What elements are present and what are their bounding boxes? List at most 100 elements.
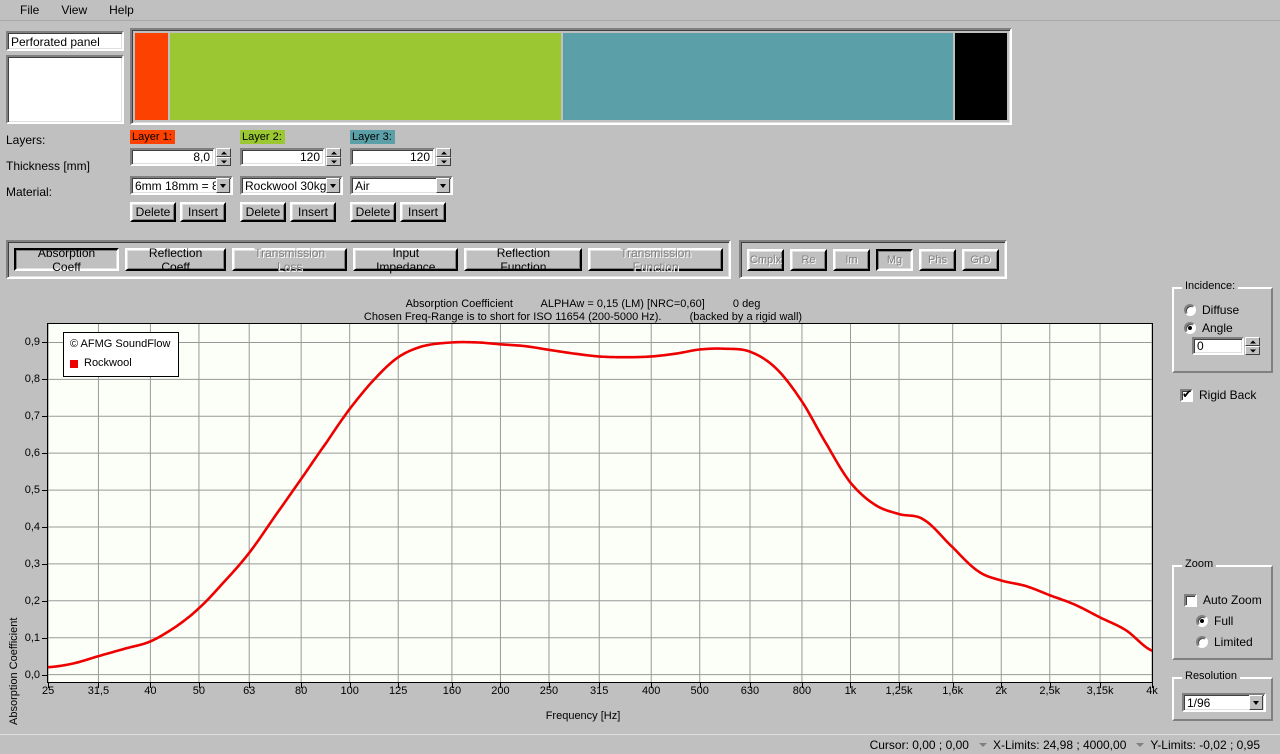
re-button: Re	[790, 248, 827, 271]
material-name-input[interactable]: Perforated panel	[6, 31, 124, 51]
menu-bar: File View Help	[0, 0, 1280, 21]
grid-lines	[48, 324, 1152, 682]
layer-2-insert-button[interactable]: Insert	[290, 202, 336, 222]
zoom-full-radio[interactable]	[1196, 615, 1208, 627]
layer-2-block[interactable]	[169, 33, 561, 120]
axis-tick-mark	[801, 683, 803, 688]
angle-spin-up[interactable]	[1245, 337, 1260, 346]
material-description-input[interactable]	[6, 55, 124, 124]
layer-3-thickness-input[interactable]: 120	[350, 148, 435, 166]
layer-2-delete-button[interactable]: Delete	[240, 202, 286, 222]
grd-button: GrD	[962, 248, 999, 271]
layer-1-tag: Layer 1:	[130, 130, 175, 144]
layer-3-block[interactable]	[562, 33, 954, 120]
layer-3-spin-down[interactable]	[436, 157, 451, 166]
axis-tick-mark	[150, 683, 152, 688]
zoom-option-limited[interactable]: Limited	[1196, 635, 1253, 649]
angle-radio[interactable]	[1184, 322, 1196, 334]
axis-tick-mark	[451, 683, 453, 688]
layers-row-label: Layers:	[6, 133, 46, 147]
zoom-limited-radio[interactable]	[1196, 636, 1208, 648]
layer-1-spin-down[interactable]	[216, 157, 231, 166]
layer-3-tag: Layer 3:	[350, 130, 395, 144]
x-axis-label: Frequency [Hz]	[545, 710, 621, 722]
layer-2-thickness-input[interactable]: 120	[240, 148, 325, 166]
menu-item-view[interactable]: View	[51, 1, 97, 19]
zoom-full-label: Full	[1214, 614, 1234, 628]
layer-3-spin-up[interactable]	[436, 148, 451, 157]
layer-stack-inner	[135, 33, 1007, 120]
layer-3-delete-button[interactable]: Delete	[350, 202, 396, 222]
rigid-back-checkbox[interactable]	[1180, 388, 1193, 402]
layer-1-thickness-input[interactable]: 8,0	[130, 148, 215, 166]
auto-zoom-option[interactable]: Auto Zoom	[1184, 593, 1262, 607]
thickness-row-label: Thickness [mm]	[6, 159, 91, 173]
auto-zoom-checkbox[interactable]	[1184, 593, 1197, 607]
layer-2-thickness-spinner[interactable]	[326, 148, 341, 166]
absorption-curve-svg	[48, 324, 1152, 682]
menu-item-help[interactable]: Help	[99, 1, 144, 19]
layer-1-insert-button[interactable]: Insert	[180, 202, 226, 222]
layer-1-material-select[interactable]: 6mm 18mm = 8,7:	[130, 176, 233, 195]
resolution-select[interactable]: 1/96	[1182, 693, 1266, 712]
layer-column-1: Layer 1: 8,0 6mm 18mm = 8,7: DeleteInsert	[130, 130, 234, 222]
layer-column-3: Layer 3: 120 Air Delete Insert	[350, 130, 454, 222]
layer-stack-diagram[interactable]	[130, 28, 1012, 125]
axis-tick-mark	[42, 342, 47, 344]
plot-area[interactable]: © AFMG SoundFlow Rockwool	[47, 323, 1153, 683]
angle-spinner[interactable]	[1245, 337, 1260, 355]
menu-item-file[interactable]: File	[10, 1, 49, 19]
layer-2-spin-down[interactable]	[326, 157, 341, 166]
layer-1-block[interactable]	[135, 33, 168, 120]
y-tick-label: 0,8	[24, 373, 40, 386]
chart-title-angle: 0 deg	[732, 298, 761, 310]
y-tick-label: 0,9	[24, 336, 40, 349]
axis-tick-mark	[1152, 683, 1153, 688]
chevron-down-icon[interactable]	[326, 178, 340, 193]
axis-tick-mark	[42, 600, 47, 602]
chevron-down-icon[interactable]	[436, 178, 450, 193]
chart-legend: © AFMG SoundFlow Rockwool	[63, 332, 180, 377]
axis-tick-mark	[1001, 683, 1003, 688]
chevron-down-icon[interactable]	[216, 178, 230, 193]
layer-1-thickness-spinner[interactable]	[216, 148, 231, 166]
axis-tick-mark	[98, 683, 100, 688]
diffuse-radio[interactable]	[1184, 304, 1196, 316]
layer-2-spin-up[interactable]	[326, 148, 341, 157]
layer-3-thickness-spinner[interactable]	[436, 148, 451, 166]
input-impedance-button[interactable]: Input Impedance	[353, 246, 459, 274]
reflection-function-button[interactable]: Reflection Function	[464, 246, 583, 274]
y-tick-label: 0,6	[24, 447, 40, 460]
angle-input[interactable]: 0	[1192, 337, 1244, 355]
absorption-coeff-button[interactable]: Absorption Coeff	[14, 246, 120, 274]
chart-title: Absorption Coefficient ALPHAw = 0,15 (LM…	[0, 298, 1166, 324]
rigid-back-option[interactable]: Rigid Back	[1180, 388, 1256, 402]
axis-tick-mark	[301, 683, 303, 688]
legend-label-rockwool: Rockwool	[84, 357, 132, 369]
layer-2-material-select[interactable]: Rockwool 30kg_r	[240, 176, 343, 195]
layer-3-insert-button[interactable]: Insert	[400, 202, 446, 222]
axis-tick-mark	[651, 683, 653, 688]
layer-3-material-select[interactable]: Air	[350, 176, 453, 195]
reflection-coeff-button[interactable]: Reflection Coeff	[125, 246, 227, 274]
angle-spin-down[interactable]	[1245, 346, 1260, 355]
chart-title-alphaw: ALPHAw = 0,15 (LM) [NRC=0,60]	[540, 298, 705, 310]
axis-tick-mark	[48, 683, 50, 688]
chart-panel: Absorption Coefficient ALPHAw = 0,15 (LM…	[0, 285, 1166, 733]
layer-1-spin-up[interactable]	[216, 148, 231, 157]
chart-backing-note: (backed by a rigid wall)	[689, 311, 803, 323]
y-tick-label: 0,3	[24, 557, 40, 570]
resolution-group-title: Resolution	[1182, 671, 1240, 682]
series-line-rockwool	[48, 340, 1152, 669]
incidence-option-diffuse[interactable]: Diffuse	[1184, 303, 1239, 317]
zoom-group: Zoom Auto Zoom Full Limited	[1172, 559, 1273, 660]
chevron-down-icon[interactable]	[1249, 695, 1263, 710]
layer-2-material-value: Rockwool 30kg_r	[245, 178, 326, 193]
layer-1-delete-button[interactable]: Delete	[130, 202, 176, 222]
axis-tick-mark	[198, 683, 200, 688]
zoom-option-full[interactable]: Full	[1196, 614, 1233, 628]
layer-2-buttons: Delete Insert	[240, 202, 336, 222]
rigid-backing-block[interactable]	[955, 33, 1007, 120]
axis-tick-mark	[548, 683, 550, 688]
incidence-option-angle[interactable]: Angle	[1184, 321, 1233, 335]
